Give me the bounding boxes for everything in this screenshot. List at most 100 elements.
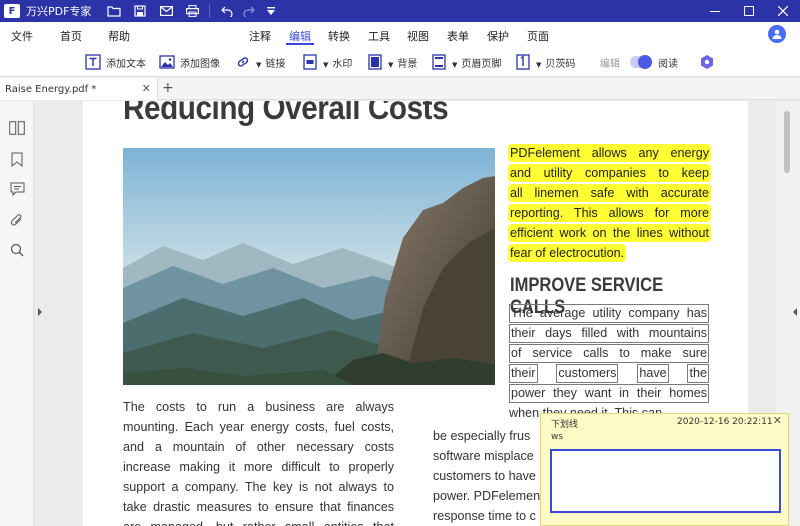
watermark-label: 水印 — [332, 58, 353, 70]
add-text-button[interactable]: 添加文本 — [84, 52, 146, 72]
menu-edit[interactable]: 编辑 — [289, 28, 311, 44]
body-line: power. PDFelemen — [433, 489, 541, 503]
search-icon[interactable] — [8, 241, 26, 259]
title-bar: F 万兴PDF专家 — [0, 0, 800, 22]
menu-form[interactable]: 表单 — [447, 28, 469, 44]
edit-mode-label: 编辑 — [600, 58, 620, 70]
note-content-input[interactable] — [550, 449, 781, 513]
body-line: take drastic measures to ensure that fin… — [123, 500, 394, 514]
menu-bar: 文件 首页 帮助 注释 编辑 转换 工具 视图 表单 保护 页面 — [0, 22, 800, 47]
menu-home[interactable]: 首页 — [60, 28, 82, 44]
add-text-label: 添加文本 — [106, 58, 146, 70]
boxed-line: of service calls to make sure — [509, 344, 709, 363]
body-column-left[interactable]: The costs to run a business are always m… — [123, 397, 394, 526]
note-type-label: 下划线 — [551, 420, 579, 430]
left-sidebar — [0, 101, 34, 526]
expand-left-panel-icon[interactable] — [38, 308, 42, 316]
user-avatar-icon[interactable] — [768, 25, 786, 43]
open-folder-icon[interactable] — [103, 0, 125, 22]
customize-dropdown-icon[interactable] — [260, 0, 282, 22]
menu-file[interactable]: 文件 — [11, 28, 33, 44]
highlighted-line: reporting. This allows for more — [508, 204, 711, 222]
thumbnails-icon[interactable] — [8, 119, 26, 137]
menu-page[interactable]: 页面 — [527, 28, 549, 44]
comment-icon[interactable] — [8, 180, 26, 198]
expand-right-panel-icon[interactable] — [793, 308, 797, 316]
redo-icon[interactable] — [238, 0, 260, 22]
maximize-button[interactable] — [732, 0, 766, 22]
undo-icon[interactable] — [216, 0, 238, 22]
body-line: software misplace — [433, 449, 534, 463]
minimize-button[interactable] — [698, 0, 732, 22]
note-datetime: 2020-12-16 20:22:11 — [677, 417, 773, 427]
boxed-line: The average utility company has — [509, 304, 709, 323]
highlighted-line: efficient work on the lines without — [508, 224, 711, 242]
app-logo: F — [4, 4, 20, 18]
new-tab-icon[interactable]: + — [162, 80, 174, 96]
link-button[interactable]: ▼ 链接 — [234, 52, 285, 72]
mountain-photo[interactable] — [123, 148, 495, 385]
close-note-icon[interactable]: ✕ — [773, 414, 782, 427]
close-tab-icon[interactable]: ✕ — [142, 82, 151, 95]
menu-convert[interactable]: 转换 — [328, 28, 350, 44]
watermark-icon — [301, 53, 319, 71]
print-icon[interactable] — [181, 0, 203, 22]
bates-dropdown-icon[interactable]: ▼ — [536, 61, 541, 69]
settings-hex-button[interactable] — [698, 52, 720, 72]
boxed-word: their — [509, 364, 538, 383]
background-dropdown-icon[interactable]: ▼ — [388, 61, 393, 69]
menu-view[interactable]: 视图 — [407, 28, 429, 44]
menu-tools[interactable]: 工具 — [368, 28, 390, 44]
body-line: mounting. Each year energy costs, fuel c… — [123, 420, 394, 434]
menu-help[interactable]: 帮助 — [108, 28, 130, 44]
edit-toolbar: 添加文本 添加图像 ▼ 链接 ▼ 水印 ▼ 背景 ▼ 页眉页脚 ▼ 贝茨码 编辑… — [0, 47, 800, 77]
document-tab[interactable]: Raise Energy.pdf * ✕ — [0, 78, 158, 100]
menu-comment[interactable]: 注释 — [249, 28, 271, 44]
hexagon-settings-icon — [698, 53, 716, 71]
link-dropdown-icon[interactable]: ▼ — [256, 61, 261, 69]
bates-number-button[interactable]: ▼ 贝茨码 — [514, 52, 575, 72]
edit-read-switch[interactable] — [630, 55, 652, 69]
header-footer-button[interactable]: ▼ 页眉页脚 — [430, 52, 501, 72]
menu-protect[interactable]: 保护 — [487, 28, 509, 44]
note-author: ws — [551, 432, 564, 442]
background-button[interactable]: ▼ 背景 — [366, 52, 417, 72]
watermark-dropdown-icon[interactable]: ▼ — [323, 61, 328, 69]
body-line: support a company. The key is not always… — [123, 480, 394, 494]
bookmark-icon[interactable] — [8, 150, 26, 168]
active-menu-underline — [286, 43, 314, 45]
body-line: be especially frus — [433, 429, 531, 443]
add-text-icon — [84, 53, 102, 71]
underlined-paragraph[interactable]: The average utility company has their da… — [509, 304, 709, 404]
add-image-icon — [158, 53, 176, 71]
attachment-icon[interactable] — [8, 211, 26, 229]
save-icon[interactable] — [129, 0, 151, 22]
bates-number-icon — [514, 53, 532, 71]
bates-number-label: 贝茨码 — [545, 58, 576, 70]
body-line: response time to c — [433, 509, 536, 523]
link-icon — [234, 53, 252, 71]
email-icon[interactable] — [155, 0, 177, 22]
highlighted-paragraph[interactable]: PDFelement allows any energy and utility… — [508, 143, 711, 263]
boxed-word: have — [637, 364, 669, 383]
edit-mode-toggle[interactable]: 编辑 阅读 — [600, 52, 678, 72]
document-tab-bar: Raise Energy.pdf * ✕ + — [0, 78, 800, 100]
scrollbar-thumb[interactable] — [784, 111, 790, 173]
boxed-line: their days filled with mountains — [509, 324, 709, 343]
watermark-button[interactable]: ▼ 水印 — [301, 52, 352, 72]
boxed-word: customers — [556, 364, 619, 383]
annotation-popup-note[interactable]: 下划线 2020-12-16 20:22:11 ✕ ws — [540, 413, 789, 526]
highlighted-line: fear of electrocution. — [508, 244, 627, 262]
header-footer-dropdown-icon[interactable]: ▼ — [452, 61, 457, 69]
body-column-right[interactable]: be especially frus software misplace cus… — [433, 426, 553, 526]
boxed-line: power they want in their homes — [509, 384, 709, 403]
body-line: The costs to run a business are always — [123, 400, 394, 414]
highlighted-line: and utility companies to keep — [508, 164, 711, 182]
add-image-button[interactable]: 添加图像 — [158, 52, 220, 72]
page-heading[interactable]: Reducing Overall Costs — [123, 101, 449, 127]
close-button[interactable] — [766, 0, 800, 22]
divider — [209, 4, 211, 18]
highlighted-line: PDFelement allows any energy — [508, 144, 711, 162]
body-line: increase making it more difficult to pro… — [123, 460, 394, 474]
document-tab-title: Raise Energy.pdf * — [5, 83, 97, 95]
